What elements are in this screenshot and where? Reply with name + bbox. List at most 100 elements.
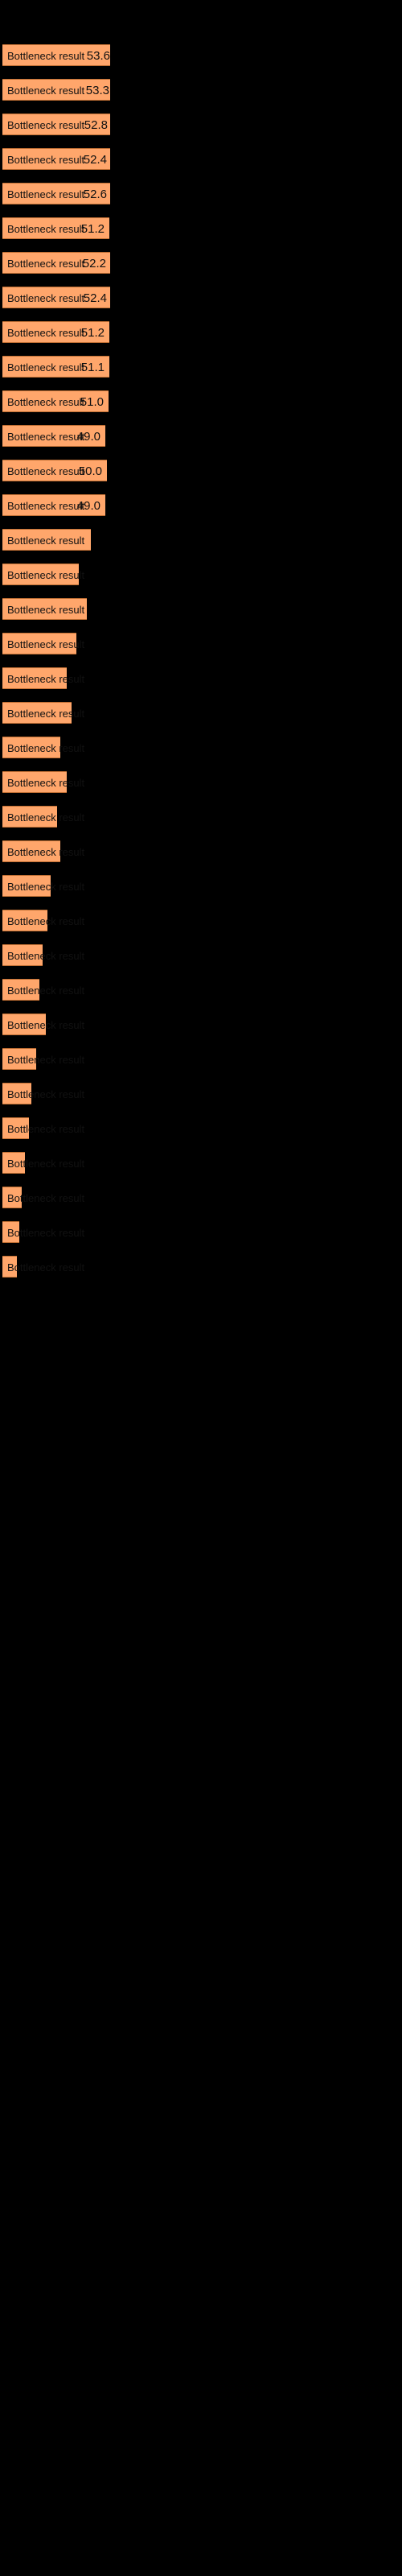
bar[interactable]: Bottleneck result [2,771,84,793]
bar-row[interactable]: Bottleneck result [0,1013,402,1048]
bar[interactable]: Bottleneck result [2,1013,84,1035]
bar[interactable]: Bottleneck result 52.8 [2,114,113,135]
bar[interactable]: Bottleneck result 53.3 [2,79,114,101]
bar[interactable]: Bottleneck result [2,875,84,897]
bar-row[interactable]: Bottleneck result [0,875,402,910]
bar-row[interactable]: Bottleneck result 51.2 [0,321,402,356]
bar-row[interactable]: Bottleneck result [0,529,402,564]
bar-label: Bottleneck result [7,846,85,858]
bar-label: Bottleneck result [7,1019,85,1031]
bar[interactable]: Bottleneck result [2,1256,84,1278]
bar-label: Bottleneck result [7,154,85,166]
bar-label: Bottleneck result [7,985,85,997]
bar-row[interactable]: Bottleneck result 53.6 [0,44,402,79]
bar-row[interactable]: Bottleneck result [0,633,402,667]
bar-value: 50.0 [78,464,102,478]
bar-row[interactable]: Bottleneck result [0,910,402,944]
bar-row[interactable]: Bottleneck result 50.0 [0,460,402,494]
bar[interactable]: Bottleneck result [2,1117,84,1139]
bar-label: Bottleneck result [7,569,85,581]
bar-label: Bottleneck result [7,361,85,374]
bar[interactable]: Bottleneck result 51.2 [2,217,109,239]
bar-row[interactable]: Bottleneck result [0,840,402,875]
bar[interactable]: Bottleneck result 51.0 [2,390,109,412]
bar[interactable]: Bottleneck result 52.4 [2,287,112,308]
bar-row[interactable]: Bottleneck result [0,598,402,633]
bar[interactable]: Bottleneck result 53.6 [2,44,115,66]
bar-row[interactable]: Bottleneck result [0,702,402,737]
bar-label: Bottleneck result [7,119,85,131]
bar-row[interactable]: Bottleneck result [0,1187,402,1221]
bar-label: Bottleneck result [7,431,85,443]
bar-row[interactable]: Bottleneck result [0,1221,402,1256]
bar[interactable]: Bottleneck result [2,1187,84,1208]
bar-label: Bottleneck result [7,465,85,477]
bar-label: Bottleneck result [7,950,85,962]
bar[interactable]: Bottleneck result 52.6 [2,183,112,204]
bar[interactable]: Bottleneck result 52.2 [2,252,111,274]
bar-row[interactable]: Bottleneck result 51.0 [0,390,402,425]
bar-row[interactable]: Bottleneck result 52.4 [0,148,402,183]
bar[interactable]: Bottleneck result 49.0 [2,425,105,447]
bar-row[interactable]: Bottleneck result [0,667,402,702]
bar-row[interactable]: Bottleneck result [0,1117,402,1152]
bar[interactable]: Bottleneck result [2,1083,84,1104]
bar-label: Bottleneck result [7,604,85,616]
bar-row[interactable]: Bottleneck result [0,806,402,840]
bar[interactable]: Bottleneck result [2,633,84,654]
bar-label: Bottleneck result [7,500,85,512]
bar-row[interactable]: Bottleneck result [0,737,402,771]
bar-row[interactable]: Bottleneck result 52.2 [0,252,402,287]
bar[interactable]: Bottleneck result [2,702,84,724]
bar[interactable]: Bottleneck result [2,840,84,862]
bar[interactable]: Bottleneck result [2,667,84,689]
bar-row[interactable]: Bottleneck result [0,979,402,1013]
bar-label: Bottleneck result [7,188,85,200]
bar[interactable]: Bottleneck result [2,564,84,585]
bar[interactable]: Bottleneck result [2,598,87,620]
bar-row[interactable]: Bottleneck result 49.0 [0,494,402,529]
bar-row[interactable]: Bottleneck result 49.0 [0,425,402,460]
bar[interactable]: Bottleneck result [2,910,84,931]
bar-label: Bottleneck result [7,1192,85,1204]
bar-row[interactable]: Bottleneck result [0,771,402,806]
bar-row[interactable]: Bottleneck result 51.2 [0,217,402,252]
bar-row[interactable]: Bottleneck result 52.4 [0,287,402,321]
bar[interactable]: Bottleneck result [2,806,84,828]
bar-label: Bottleneck result [7,1054,85,1066]
bar[interactable]: Bottleneck result 50.0 [2,460,107,481]
bar[interactable]: Bottleneck result [2,1152,84,1174]
bar-label: Bottleneck result [7,742,85,754]
bar[interactable]: Bottleneck result 51.1 [2,356,109,378]
bar[interactable]: Bottleneck result [2,529,91,551]
bar-value: 51.0 [80,395,104,409]
bar-label: Bottleneck result [7,915,85,927]
bar[interactable]: Bottleneck result [2,737,84,758]
bar-label: Bottleneck result [7,777,85,789]
bar[interactable]: Bottleneck result 49.0 [2,494,105,516]
bar-row[interactable]: Bottleneck result [0,944,402,979]
bar[interactable]: Bottleneck result [2,1048,84,1070]
bar[interactable]: Bottleneck result 52.4 [2,148,112,170]
bar-label: Bottleneck result [7,1123,85,1135]
bar-value: 52.8 [84,118,108,132]
bar-row[interactable]: Bottleneck result 52.8 [0,114,402,148]
bar-row[interactable]: Bottleneck result 52.6 [0,183,402,217]
bar[interactable]: Bottleneck result [2,944,84,966]
bar-value: 52.4 [83,153,107,167]
bar-value: 51.2 [80,222,105,236]
bar-value: 53.3 [85,84,109,97]
bar[interactable]: Bottleneck result [2,1221,84,1243]
bar-row[interactable]: Bottleneck result [0,564,402,598]
bar-row[interactable]: Bottleneck result [0,1083,402,1117]
bar-row[interactable]: Bottleneck result 51.1 [0,356,402,390]
bar-row[interactable]: Bottleneck result [0,1152,402,1187]
bar-row[interactable]: Bottleneck result [0,1256,402,1290]
bar-label: Bottleneck result [7,1261,85,1274]
bar[interactable]: Bottleneck result 51.2 [2,321,109,343]
bar-row[interactable]: Bottleneck result 53.3 [0,79,402,114]
bar[interactable]: Bottleneck result [2,979,84,1001]
bar-label: Bottleneck result [7,292,85,304]
bar-label: Bottleneck result [7,50,85,62]
bar-row[interactable]: Bottleneck result [0,1048,402,1083]
